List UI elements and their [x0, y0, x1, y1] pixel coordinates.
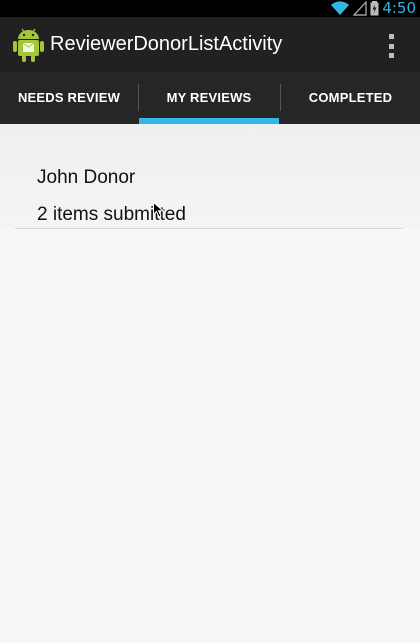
action-bar: ReviewerDonorListActivity [0, 17, 420, 72]
overflow-menu-icon[interactable] [384, 34, 398, 58]
tab-completed[interactable]: COMPLETED [281, 72, 420, 124]
tab-label: COMPLETED [308, 90, 393, 105]
mouse-cursor-icon [153, 202, 164, 218]
donor-list: John Donor 2 items submitted [0, 124, 420, 643]
wifi-icon [331, 1, 350, 15]
tab-needs-review[interactable]: NEEDS REVIEW [0, 72, 138, 124]
tab-label: MY REVIEWS [166, 90, 252, 105]
list-item[interactable]: John Donor 2 items submitted [0, 124, 420, 229]
status-icons: 4:50 [330, 0, 420, 17]
battery-icon [370, 1, 379, 16]
android-app-icon[interactable] [12, 27, 45, 63]
status-time: 4:50 [382, 0, 416, 17]
donor-name: John Donor [37, 167, 136, 188]
tab-my-reviews[interactable]: MY REVIEWS [139, 72, 279, 124]
status-bar: 4:50 [0, 0, 420, 17]
action-bar-title: ReviewerDonorListActivity [50, 33, 283, 55]
signal-icon [353, 1, 368, 16]
tab-label: NEEDS REVIEW [17, 90, 121, 105]
tab-bar: NEEDS REVIEW MY REVIEWS COMPLETED [0, 72, 420, 124]
